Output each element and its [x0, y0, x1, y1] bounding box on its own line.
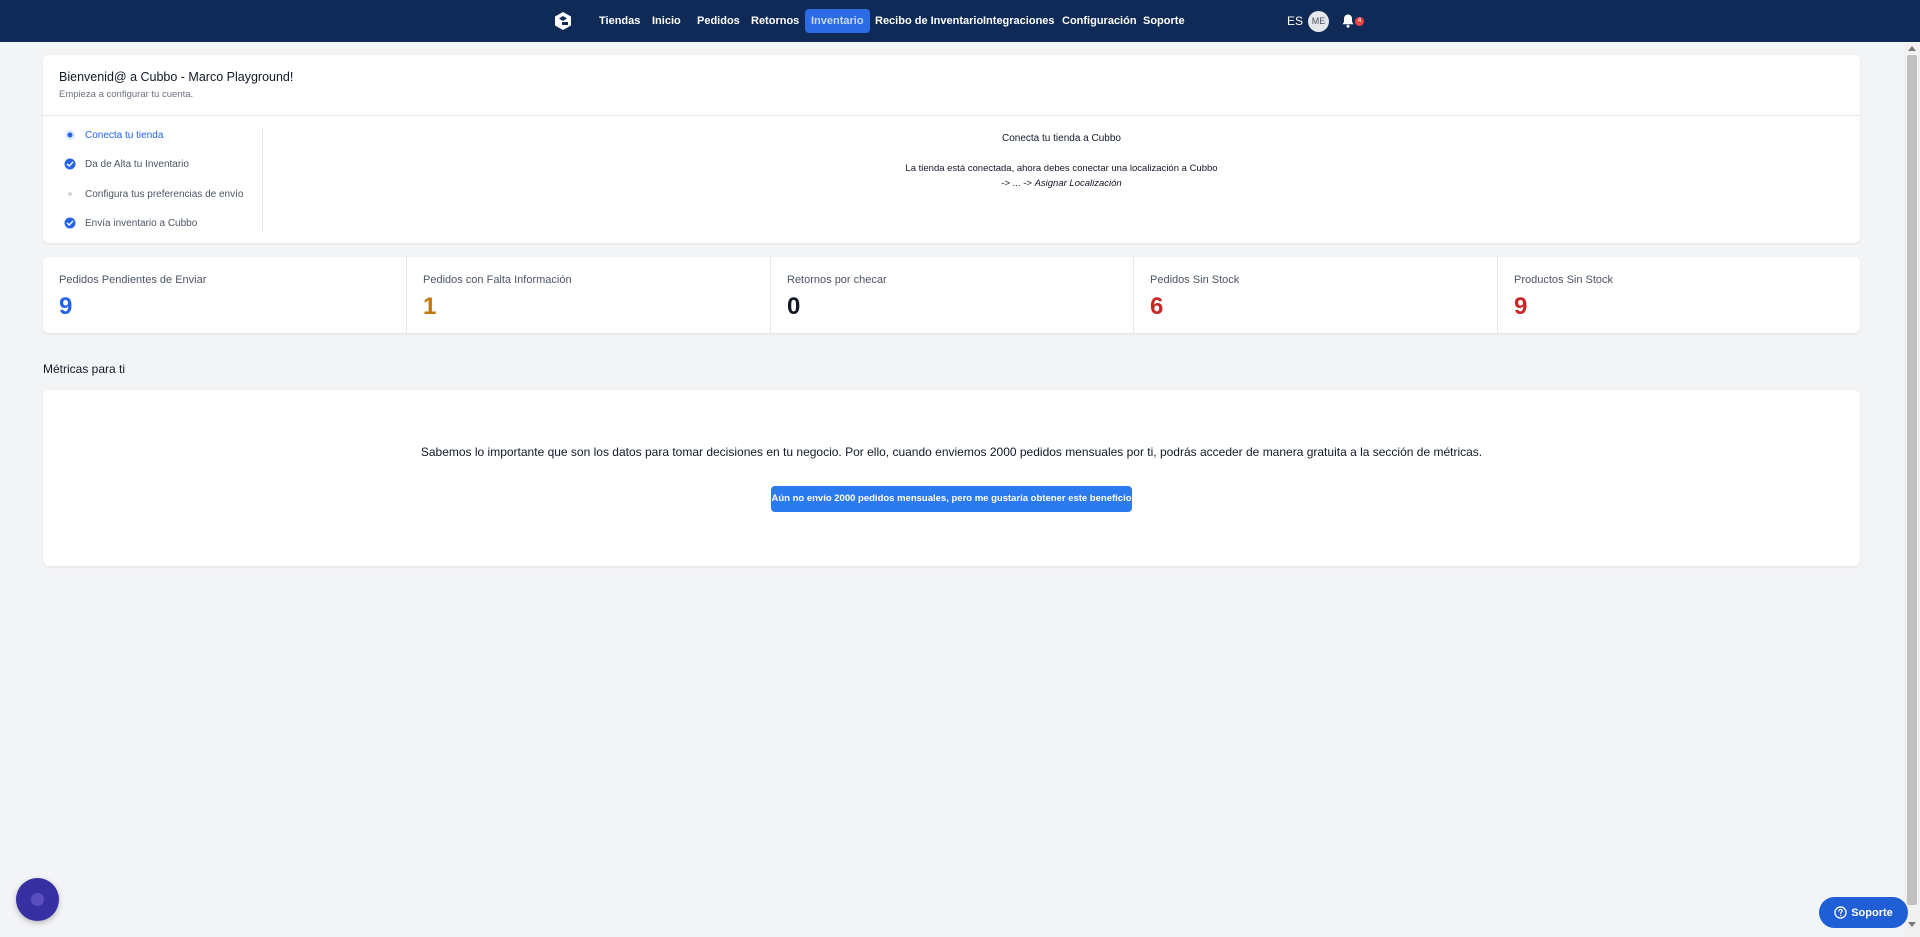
stat-label: Pedidos Pendientes de Enviar	[59, 274, 207, 286]
stat-pedidos-falta-informacion[interactable]: Pedidos con Falta Información 1	[406, 257, 770, 333]
step-panel-title: Conecta tu tienda a Cubbo	[1002, 133, 1121, 144]
step-label: Envía inventario a Cubbo	[85, 217, 198, 229]
step-panel-path: -> ... -> Asignar Localización	[263, 178, 1860, 189]
stat-label: Pedidos Sin Stock	[1150, 274, 1240, 286]
user-avatar[interactable]: ME	[1308, 11, 1329, 32]
nav-configuracion[interactable]: Configuración	[1062, 9, 1137, 33]
nav-retornos[interactable]: Retornos	[751, 9, 799, 33]
stat-value: 1	[423, 293, 437, 320]
step-da-de-alta-inventario[interactable]: Da de Alta tu Inventario	[64, 156, 189, 172]
language-selector[interactable]: ES	[1287, 14, 1303, 28]
step-panel-text: La tienda está conectada, ahora debes co…	[905, 163, 1218, 174]
support-label: Soporte	[1851, 906, 1893, 919]
stat-value: 9	[59, 293, 73, 320]
nav-soporte[interactable]: Soporte	[1143, 9, 1185, 33]
top-navbar: Tiendas Inicio Pedidos Retornos Inventar…	[0, 0, 1920, 42]
stat-productos-sin-stock[interactable]: Productos Sin Stock 9	[1497, 257, 1861, 333]
scroll-up-arrow-icon[interactable]	[1908, 46, 1916, 51]
asignar-localizacion-link[interactable]: Asignar Localización	[1035, 178, 1122, 189]
nav-integraciones[interactable]: Integraciones	[983, 9, 1055, 33]
stat-pedidos-sin-stock[interactable]: Pedidos Sin Stock 6	[1133, 257, 1497, 333]
check-circle-icon	[64, 217, 76, 229]
metrics-description: Sabemos lo importante que son los datos …	[420, 445, 1483, 459]
stat-value: 6	[1150, 293, 1164, 320]
step-label: Da de Alta tu Inventario	[85, 158, 189, 170]
stat-pedidos-pendientes[interactable]: Pedidos Pendientes de Enviar 9	[43, 257, 407, 333]
stat-label: Productos Sin Stock	[1514, 274, 1614, 286]
divider	[43, 115, 1860, 116]
step-conecta-tu-tienda[interactable]: Conecta tu tienda	[64, 127, 163, 143]
nav-inventario[interactable]: Inventario	[805, 9, 870, 33]
nav-tiendas[interactable]: Tiendas	[599, 9, 640, 33]
stat-retornos-por-checar[interactable]: Retornos por checar 0	[770, 257, 1134, 333]
stat-label: Retornos por checar	[787, 274, 887, 286]
check-circle-icon	[64, 158, 76, 170]
welcome-title: Bienvenid@ a Cubbo - Marco Playground!	[59, 70, 294, 84]
nav-pedidos[interactable]: Pedidos	[697, 9, 740, 33]
bell-icon[interactable]	[1340, 13, 1356, 29]
chat-widget-button[interactable]	[16, 878, 59, 921]
step-label: Configura tus preferencias de envío	[85, 188, 244, 200]
stat-value: 9	[1514, 293, 1528, 320]
path-prefix: -> ... ->	[1001, 178, 1032, 189]
metrics-card: Sabemos lo importante que son los datos …	[43, 390, 1860, 566]
step-pending-icon	[68, 192, 72, 196]
stat-value: 0	[787, 293, 801, 320]
metrics-heading: Métricas para ti	[43, 362, 126, 376]
support-button[interactable]: Soporte	[1819, 897, 1908, 928]
request-metrics-button[interactable]: Aún no envío 2000 pedidos mensuales, per…	[771, 486, 1132, 512]
step-current-icon	[65, 130, 75, 140]
nav-recibo-de-inventario[interactable]: Recibo de Inventario	[875, 9, 983, 33]
scroll-down-arrow-icon[interactable]	[1908, 922, 1916, 927]
stats-card: Pedidos Pendientes de Enviar 9 Pedidos c…	[43, 257, 1860, 333]
cubbo-logo-icon[interactable]	[553, 11, 573, 31]
step-label: Conecta tu tienda	[85, 129, 164, 141]
stat-label: Pedidos con Falta Información	[423, 274, 572, 286]
step-configura-preferencias-envio[interactable]: Configura tus preferencias de envío	[64, 186, 243, 202]
welcome-subtitle: Empieza a configurar tu cuenta.	[59, 89, 194, 100]
onboarding-card: Bienvenid@ a Cubbo - Marco Playground! E…	[43, 55, 1860, 243]
step-envia-inventario[interactable]: Envía inventario a Cubbo	[64, 215, 197, 231]
help-circle-icon	[1834, 906, 1847, 919]
chat-icon	[31, 893, 44, 906]
nav-inicio[interactable]: Inicio	[652, 9, 681, 33]
scrollbar-thumb[interactable]	[1907, 55, 1917, 905]
notification-badge: 4	[1355, 17, 1364, 26]
